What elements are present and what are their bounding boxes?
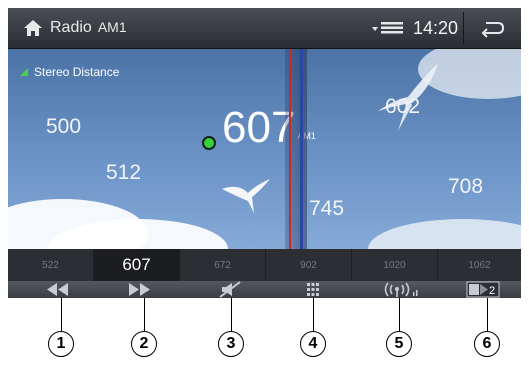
band-label: AM1 <box>97 19 127 35</box>
callout-line <box>487 298 488 331</box>
preset-button[interactable]: 522 <box>8 249 93 281</box>
preset-button[interactable]: 902 <box>266 249 351 281</box>
back-icon[interactable] <box>478 18 506 38</box>
band-switch-label: 2 <box>489 285 495 297</box>
seek-back-icon[interactable] <box>42 281 72 298</box>
stereo-distance-status: Stereo Distance <box>20 65 119 79</box>
clock: 14:20 <box>413 18 459 38</box>
frequency-label[interactable]: 708 <box>448 175 483 199</box>
frequency-label[interactable]: 745 <box>309 197 344 221</box>
callout-line <box>313 298 314 331</box>
callout-number: 1 <box>48 331 74 357</box>
header-divider <box>463 12 464 44</box>
callout-number: 4 <box>300 331 326 357</box>
callout-number: 6 <box>474 331 500 357</box>
tuned-indicator-icon <box>202 136 216 150</box>
preset-grid-icon[interactable] <box>298 281 328 298</box>
preset-button[interactable]: 1062 <box>438 249 521 281</box>
callout-line <box>144 298 145 331</box>
bird-decoration-icon <box>222 179 270 213</box>
tuning-needle-red-line <box>289 49 291 249</box>
status-text: Stereo Distance <box>34 65 120 79</box>
tuner-display[interactable]: Stereo Distance 500 512 602 708 745 607A… <box>8 49 521 249</box>
frequency-label[interactable]: 512 <box>106 161 141 185</box>
home-icon[interactable] <box>22 18 44 38</box>
callout-line <box>231 298 232 331</box>
page-title: Radio AM1 <box>50 19 127 37</box>
callout-number: 5 <box>386 331 412 357</box>
header-bar: Radio AM1 14:20 <box>8 8 521 49</box>
control-bar: 2 <box>8 281 521 298</box>
callout-line <box>399 298 400 331</box>
bird-decoration-icon <box>378 63 438 131</box>
band-switch-icon[interactable]: 2 <box>466 281 500 298</box>
cloud-decoration <box>368 219 521 249</box>
callout-number: 3 <box>218 331 244 357</box>
antenna-icon[interactable] <box>380 281 420 298</box>
tuning-needle-blue-line <box>300 49 303 249</box>
preset-bar: 522 607 672 902 1020 1062 <box>8 249 521 281</box>
preset-button-active[interactable]: 607 <box>94 249 179 281</box>
callout-line <box>61 298 62 331</box>
stereo-indicator-icon <box>20 68 28 76</box>
callout-number: 2 <box>131 331 157 357</box>
preset-button[interactable]: 672 <box>180 249 265 281</box>
seek-forward-icon[interactable] <box>125 281 155 298</box>
signal-strength-icon <box>372 22 403 34</box>
frequency-label[interactable]: 500 <box>46 115 81 139</box>
radio-screen: Radio AM1 14:20 Stereo Distance 500 512 6… <box>8 8 521 298</box>
mute-icon[interactable] <box>216 281 246 298</box>
title-text: Radio <box>50 19 92 36</box>
preset-button[interactable]: 1020 <box>352 249 437 281</box>
